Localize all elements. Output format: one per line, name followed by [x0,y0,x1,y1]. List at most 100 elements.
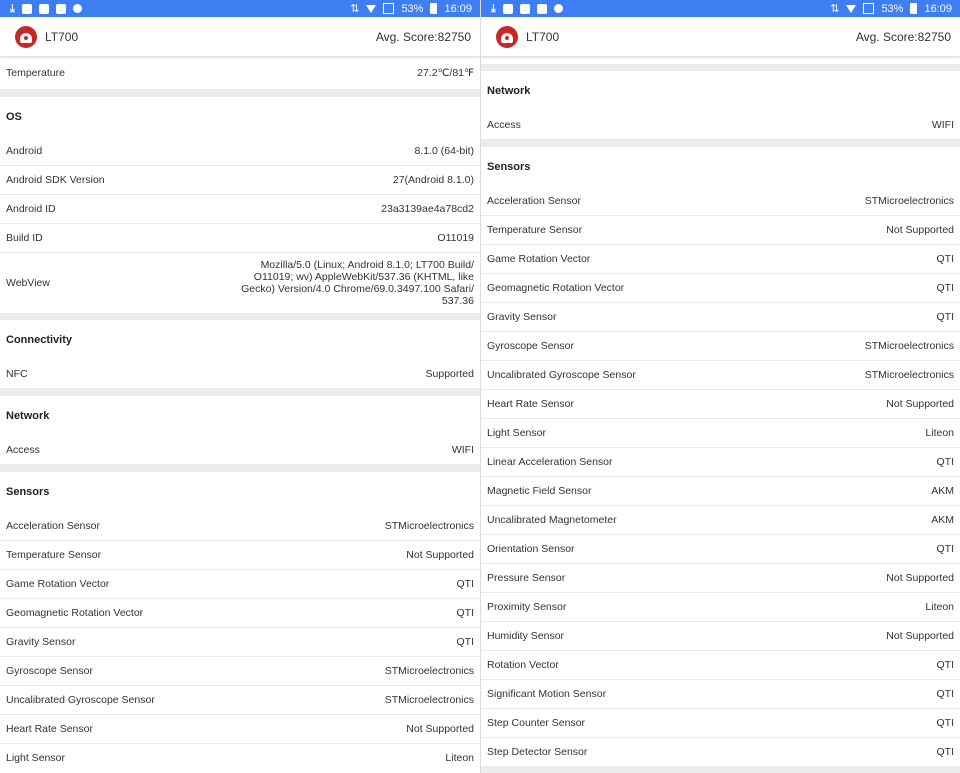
info-row: Humidity Sensor Not Supported [481,622,960,651]
row-label: Significant Motion Sensor [487,688,607,700]
info-row: Heart Rate Sensor Not Supported [481,390,960,419]
status-bar: ⤓ ⇅ 53% 16:09 [481,0,960,17]
row-value: 27.2℃/81℉ [417,66,474,79]
info-row: Magnetic Field Sensor AKM [481,477,960,506]
info-row: Rotation Vector QTI [481,651,960,680]
info-row: Build ID O11019 [0,224,480,253]
info-row: Light Sensor Liteon [481,419,960,448]
row-value: Not Supported [406,549,474,561]
info-row: Android 8.1.0 (64-bit) [0,137,480,166]
device-name: LT700 [45,29,79,44]
row-label: Access [487,119,521,131]
row-label: Magnetic Field Sensor [487,485,592,497]
row-value: QTI [936,253,955,265]
row-label: Android ID [6,203,56,215]
info-row: Pressure Sensor Not Supported [481,564,960,593]
download-icon: ⤓ [10,2,15,15]
row-value: O11019 [437,232,474,244]
info-row: Gyroscope Sensor STMicroelectronics [0,657,480,686]
row-label: Access [6,444,40,456]
info-row: Temperature Sensor Not Supported [481,216,960,245]
info-list[interactable]: Temperature 27.2℃/81℉ OS Android 8.1.0 (6… [0,56,480,772]
info-row: Gravity Sensor QTI [0,628,480,657]
info-row: Game Rotation Vector QTI [481,245,960,274]
row-label: Gyroscope Sensor [487,340,574,352]
notification-icon [55,3,66,14]
row-label: Gravity Sensor [6,636,76,648]
info-row: Orientation Sensor QTI [481,535,960,564]
app-logo-icon[interactable] [15,25,37,48]
info-row: Access WIFI [481,111,960,140]
row-label: WebView [6,277,50,289]
info-row: Heart Rate Sensor Not Supported [0,715,480,744]
right-screenshot: ⤓ ⇅ 53% 16:09 LT700 Avg. Score:82750 Net… [480,0,960,773]
clock: 16:09 [444,2,472,15]
row-value: 27(Android 8.1.0) [392,174,474,186]
row-label: Game Rotation Vector [6,578,110,590]
info-row: Android ID 23a3139ae4a78cd2 [0,195,480,224]
row-value: QTI [936,746,955,758]
battery-icon [910,3,918,14]
row-value: STMicroelectronics [384,694,474,706]
row-label: Rotation Vector [487,659,559,671]
row-value: 8.1.0 (64-bit) [414,145,474,157]
info-row: Step Counter Sensor QTI [481,709,960,738]
row-label: Heart Rate Sensor [487,398,574,410]
left-screenshot: ⤓ ⇅ 53% 16:09 LT700 Avg. Score:82750 Tem… [0,0,480,773]
info-row: Light Sensor Liteon [0,744,480,772]
app-bar: LT700 Avg. Score:82750 [481,17,960,56]
section-title-connectivity: Connectivity [6,334,73,346]
row-value: QTI [936,688,955,700]
row-value: QTI [936,717,955,729]
info-list[interactable]: Network Access WIFI Sensors Acceleration … [481,56,960,773]
device-name: LT700 [526,29,560,44]
row-label: Uncalibrated Magnetometer [487,514,617,526]
row-value: Mozilla/5.0 (Linux; Android 8.1.0; LT700… [241,259,474,307]
notification-icon [553,4,563,13]
row-label: Step Counter Sensor [487,717,586,729]
row-value: Liteon [925,427,954,439]
info-row: Temperature Sensor Not Supported [0,541,480,570]
section-divider [481,140,960,147]
row-value: Not Supported [886,630,954,642]
info-row: Proximity Sensor Liteon [481,593,960,622]
clock: 16:09 [924,2,952,15]
row-label: Acceleration Sensor [6,520,100,532]
battery-percent: 53% [401,2,424,15]
info-row: Step Detector Sensor QTI [481,738,960,767]
row-label: Light Sensor [487,427,546,439]
section-title-network: Network [487,85,531,97]
avg-score: Avg. Score:82750 [375,29,471,44]
row-value: AKM [931,485,954,497]
section-title-sensors: Sensors [6,486,50,498]
row-value: QTI [456,607,475,619]
info-row: Geomagnetic Rotation Vector QTI [0,599,480,628]
row-value: STMicroelectronics [384,665,474,677]
wifi-icon [366,4,377,13]
app-logo-icon[interactable] [496,25,518,48]
notification-icon [72,4,82,13]
row-label: Temperature Sensor [487,224,583,236]
info-row: Significant Motion Sensor QTI [481,680,960,709]
row-label: Light Sensor [6,752,65,764]
row-label: Temperature [6,66,65,79]
row-value: AKM [931,514,954,526]
section-title-os: OS [6,111,22,123]
row-value: Liteon [925,601,954,613]
info-row: Acceleration Sensor STMicroelectronics [481,187,960,216]
info-row-webview: WebView Mozilla/5.0 (Linux; Android 8.1.0… [0,253,480,313]
info-row: Access WIFI [0,436,480,465]
row-value: Not Supported [886,398,954,410]
row-value: QTI [456,578,475,590]
row-value: Liteon [445,752,474,764]
row-value: QTI [936,543,955,555]
section-title-network: Network [6,410,50,422]
row-value: Not Supported [886,572,954,584]
section-divider [481,767,960,773]
row-label: Temperature Sensor [6,549,102,561]
data-arrows-icon: ⇅ [350,3,360,15]
info-row: Android SDK Version 27(Android 8.1.0) [0,166,480,195]
row-label: Step Detector Sensor [487,746,588,758]
signal-icon [383,3,395,14]
row-label: Android SDK Version [6,174,105,186]
